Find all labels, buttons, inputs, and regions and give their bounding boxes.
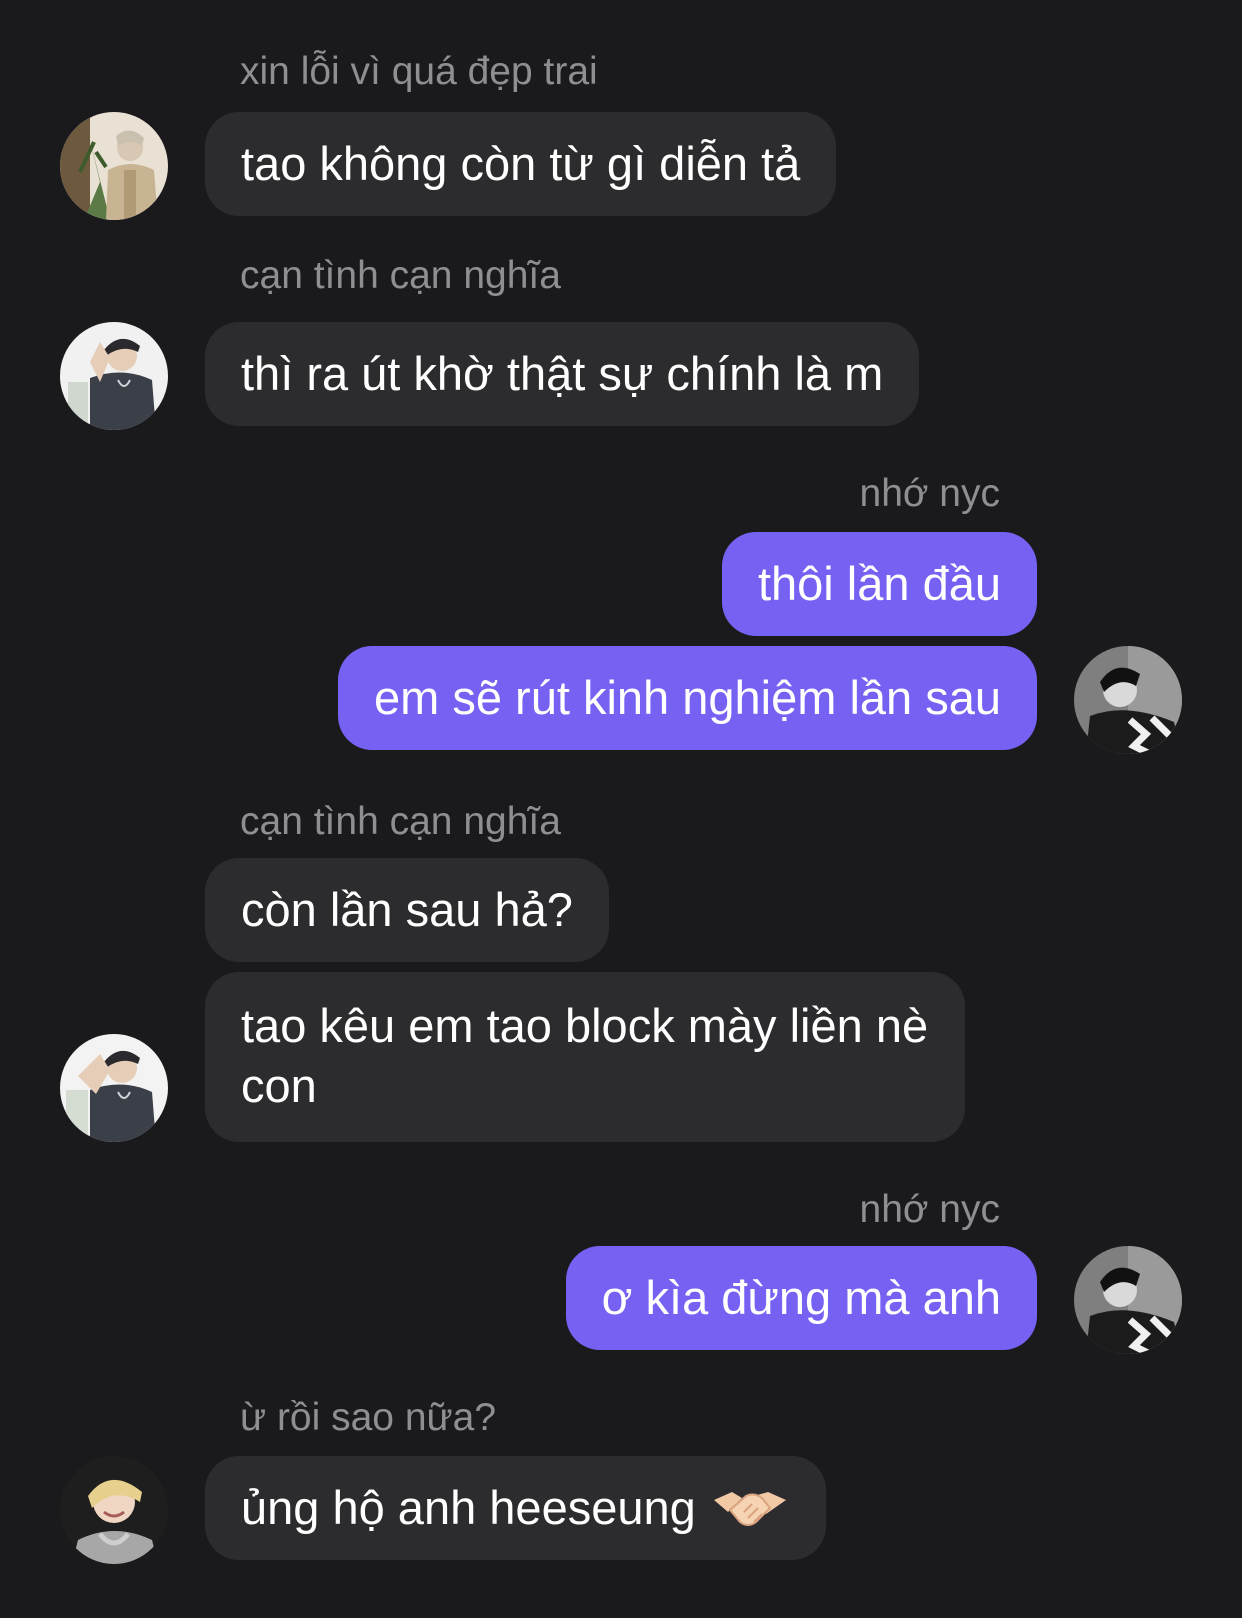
- avatar-photo-icon: [60, 112, 168, 220]
- sender-name: cạn tình cạn nghĩa: [240, 800, 561, 843]
- sender-name: cạn tình cạn nghĩa: [240, 254, 561, 297]
- avatar-photo-icon: [60, 1034, 168, 1142]
- message-bubble-outgoing[interactable]: ơ kìa đừng mà anh: [565, 1246, 1037, 1350]
- avatar[interactable]: [1074, 1246, 1182, 1354]
- sender-name: xin lỗi vì quá đẹp trai: [240, 50, 598, 93]
- avatar-photo-icon: [1074, 646, 1182, 754]
- message-bubble-incoming[interactable]: ủng hộ anh heeseung: [205, 1456, 826, 1560]
- sender-name: ừ rồi sao nữa?: [240, 1396, 497, 1439]
- sender-name: nhớ nyc: [859, 1188, 1000, 1231]
- handshake-icon: [710, 1482, 790, 1530]
- message-bubble-incoming[interactable]: tao không còn từ gì diễn tả: [205, 112, 837, 216]
- avatar[interactable]: [60, 1034, 168, 1142]
- message-bubble-incoming[interactable]: tao kêu em tao block mày liền nè con: [205, 972, 965, 1142]
- chat-thread[interactable]: xin lỗi vì quá đẹp trai tao không còn từ…: [0, 0, 1242, 1618]
- avatar[interactable]: [60, 1456, 168, 1564]
- message-bubble-outgoing[interactable]: thôi lần đầu: [721, 532, 1037, 636]
- avatar[interactable]: [60, 112, 168, 220]
- avatar[interactable]: [60, 322, 168, 430]
- message-bubble-outgoing[interactable]: em sẽ rút kinh nghiệm lần sau: [338, 646, 1037, 750]
- message-bubble-incoming[interactable]: còn lần sau hả?: [205, 858, 609, 962]
- sender-name: nhớ nyc: [859, 472, 1000, 515]
- message-text: ủng hộ anh heeseung: [241, 1481, 696, 1534]
- avatar-photo-icon: [60, 322, 168, 430]
- avatar-photo-icon: [1074, 1246, 1182, 1354]
- avatar[interactable]: [1074, 646, 1182, 754]
- message-bubble-incoming[interactable]: thì ra út khờ thật sự chính là m: [205, 322, 920, 426]
- avatar-photo-icon: [60, 1456, 168, 1564]
